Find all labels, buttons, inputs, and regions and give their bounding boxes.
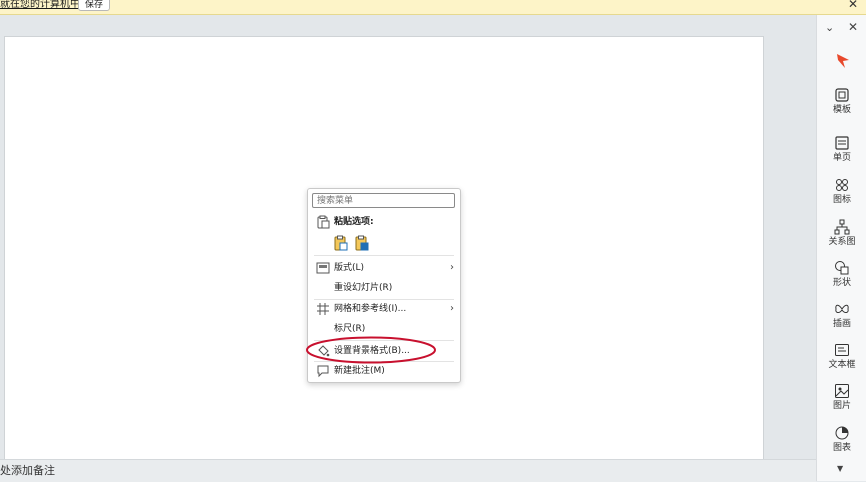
relationship-diagram-icon: [834, 219, 850, 235]
menu-item-label: 版式(L): [334, 263, 365, 273]
menu-item-label: 重设幻灯片(R): [334, 283, 393, 293]
icons-icon: [836, 179, 848, 191]
panel-item-label: 插画: [832, 319, 851, 329]
single-page-icon: [835, 136, 849, 150]
panel-item-label: 图标: [832, 195, 851, 205]
clipboard-icon: [317, 215, 330, 229]
panel-item-textbox[interactable]: 文本框: [817, 342, 866, 382]
menu-item-format-background[interactable]: 设置背景格式(B)...: [308, 341, 460, 361]
chevron-down-icon[interactable]: ⌄: [825, 21, 834, 34]
close-icon[interactable]: ✕: [848, 0, 858, 11]
layout-icon: [316, 262, 330, 274]
panel-item-label: 文本框: [828, 360, 856, 370]
notification-text[interactable]: 就在您的计算机中。: [0, 0, 90, 11]
grid-icon: [317, 303, 329, 315]
textbox-icon: [835, 344, 849, 356]
shapes-icon: [835, 261, 849, 275]
menu-search-input[interactable]: [312, 193, 455, 208]
paste-options-label-row: 粘贴选项:: [308, 212, 460, 232]
panel-item-chart[interactable]: 图表: [817, 425, 866, 465]
chart-icon: [835, 426, 849, 440]
comment-icon: [317, 365, 329, 378]
right-panel: ⌄ ✕ 模板 单页 图标 关系图 形状 插画 文本框 图片 图表 ▼: [816, 15, 866, 481]
menu-item-label: 设置背景格式(B)...: [334, 346, 410, 356]
menu-item-reset-slide[interactable]: 重设幻灯片(R): [308, 278, 460, 298]
template-icon: [835, 88, 849, 102]
menu-item-new-comment[interactable]: 新建批注(M): [308, 361, 460, 381]
panel-item-template[interactable]: 模板: [817, 87, 866, 127]
menu-item-label: 新建批注(M): [334, 366, 385, 376]
panel-item-label: 图片: [832, 401, 851, 411]
menu-item-label: 标尺(R): [334, 324, 366, 334]
panel-controls: ⌄ ✕: [817, 20, 866, 37]
notification-bar: 就在您的计算机中。 保存 ✕: [0, 0, 866, 15]
app-logo-icon: [837, 54, 849, 68]
panel-item-picture[interactable]: 图片: [817, 383, 866, 423]
paint-bucket-icon: [318, 345, 330, 357]
notes-placeholder: 处添加备注: [0, 464, 55, 477]
menu-separator: [314, 255, 454, 256]
panel-item-label: 形状: [832, 278, 851, 288]
panel-item-shapes[interactable]: 形状: [817, 260, 866, 300]
save-button[interactable]: 保存: [78, 0, 111, 11]
panel-item-icons[interactable]: 图标: [817, 177, 866, 217]
menu-item-grid-guides[interactable]: 网格和参考线(I)... ›: [308, 299, 460, 319]
scroll-down-icon[interactable]: ▼: [837, 464, 843, 473]
menu-item-layout[interactable]: 版式(L) ›: [308, 258, 460, 278]
menu-item-ruler[interactable]: 标尺(R): [308, 319, 460, 339]
panel-item-single-page[interactable]: 单页: [817, 135, 866, 175]
notes-bar[interactable]: 处添加备注: [0, 459, 816, 482]
panel-item-label: 图表: [832, 443, 851, 453]
chevron-right-icon: ›: [450, 303, 454, 314]
paste-as-picture-icon[interactable]: [355, 235, 369, 251]
panel-item-label: 关系图: [828, 237, 856, 247]
close-icon[interactable]: ✕: [848, 20, 858, 34]
panel-item-label: 模板: [832, 105, 851, 115]
context-menu: 粘贴选项: 版式(L) › 重设幻灯片(R) 网格和参考线(I)... › 标尺…: [307, 188, 461, 383]
panel-item-relationship[interactable]: 关系图: [817, 219, 866, 259]
illustration-icon: [835, 304, 849, 313]
panel-item-illustration[interactable]: 插画: [817, 301, 866, 341]
paste-options-label: 粘贴选项:: [334, 217, 374, 227]
panel-item-label: 单页: [832, 153, 851, 163]
menu-item-label: 网格和参考线(I)...: [334, 304, 407, 314]
paste-keep-format-icon[interactable]: [334, 235, 348, 251]
chevron-right-icon: ›: [450, 262, 454, 273]
picture-icon: [835, 384, 849, 398]
